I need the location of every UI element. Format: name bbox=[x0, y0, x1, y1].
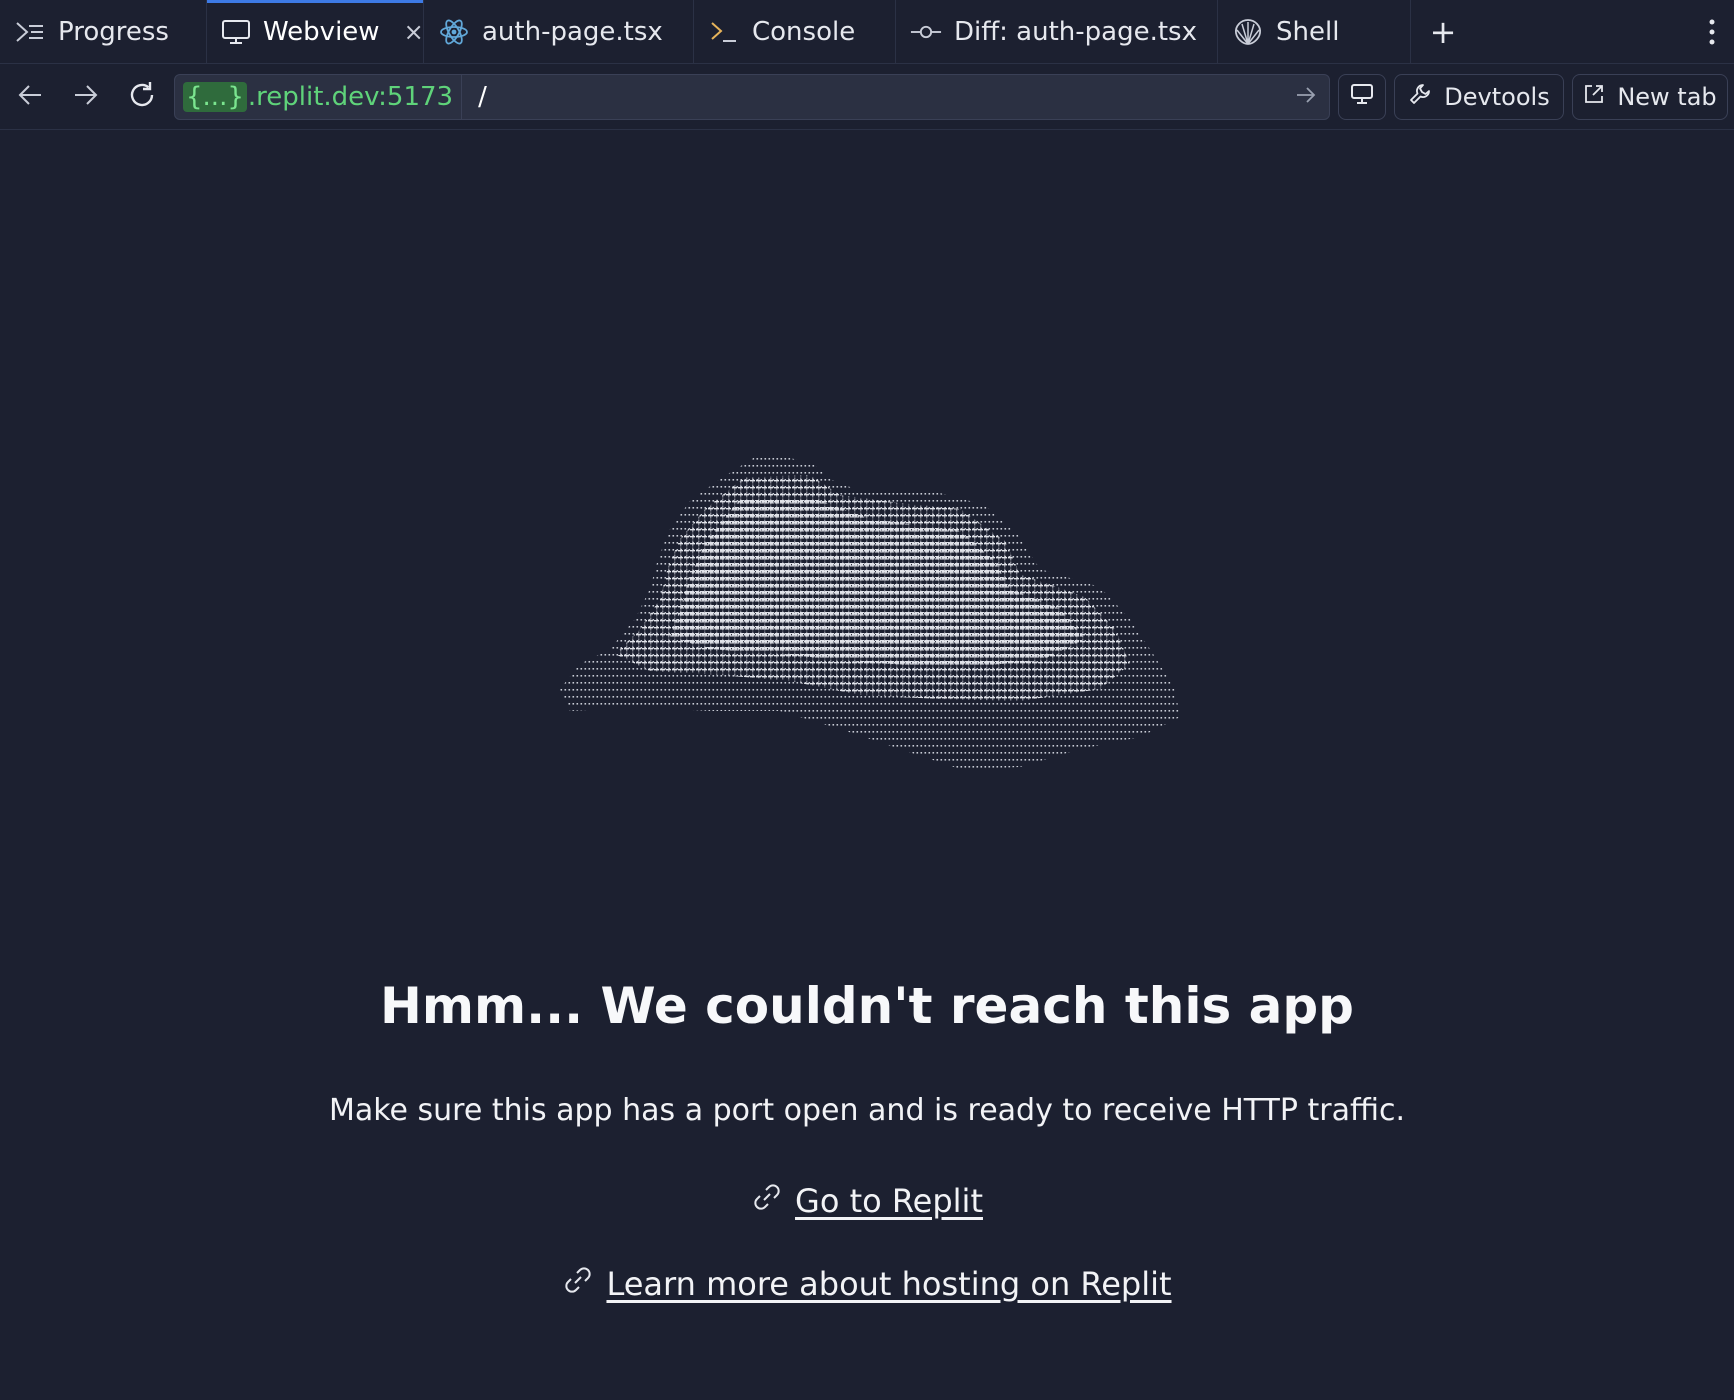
tab-webview[interactable]: Webview × bbox=[207, 0, 424, 63]
back-button[interactable] bbox=[10, 78, 50, 116]
tab-label: Shell bbox=[1276, 16, 1340, 47]
monitor-icon bbox=[1350, 83, 1374, 111]
git-commit-icon bbox=[910, 16, 942, 48]
url-host-prefix: {...} bbox=[183, 82, 247, 112]
tab-shell[interactable]: Shell bbox=[1218, 0, 1411, 63]
tab-progress[interactable]: Progress bbox=[0, 0, 207, 63]
arrow-right-icon bbox=[1296, 86, 1316, 108]
more-options-icon[interactable] bbox=[1690, 0, 1734, 63]
error-message: Make sure this app has a port open and i… bbox=[328, 1093, 1406, 1128]
go-to-replit-link-row: Go to Replit bbox=[0, 1181, 1734, 1221]
new-tab-button[interactable]: New tab bbox=[1572, 74, 1728, 120]
url-path-input[interactable] bbox=[462, 75, 1283, 119]
reload-button[interactable] bbox=[122, 78, 162, 116]
webview-toolbar: {...} .replit.dev:5173 Devtools New tab bbox=[0, 64, 1734, 130]
error-heading: Hmm... We couldn't reach this app bbox=[380, 977, 1354, 1035]
devtools-button[interactable]: Devtools bbox=[1394, 74, 1564, 120]
url-bar[interactable]: {...} .replit.dev:5173 bbox=[174, 74, 1330, 120]
tab-label: Webview bbox=[263, 16, 380, 47]
tab-console[interactable]: Console bbox=[694, 0, 896, 63]
ascii-cloud-illustration bbox=[560, 455, 1180, 769]
new-tab-label: New tab bbox=[1617, 83, 1717, 111]
close-icon[interactable]: × bbox=[404, 18, 424, 46]
url-host[interactable]: {...} .replit.dev:5173 bbox=[175, 75, 463, 119]
device-preview-button[interactable] bbox=[1338, 74, 1386, 120]
devtools-label: Devtools bbox=[1444, 83, 1550, 111]
progress-icon bbox=[14, 16, 46, 48]
monitor-icon bbox=[221, 16, 251, 48]
shell-icon bbox=[1232, 16, 1264, 48]
wrench-icon bbox=[1408, 82, 1432, 112]
link-icon bbox=[562, 1264, 594, 1304]
link-icon bbox=[751, 1181, 783, 1221]
learn-more-hosting-link[interactable]: Learn more about hosting on Replit bbox=[606, 1265, 1171, 1303]
tab-label: Progress bbox=[58, 16, 169, 47]
tab-auth-page[interactable]: auth-page.tsx bbox=[424, 0, 694, 63]
go-button[interactable] bbox=[1283, 75, 1329, 119]
add-tab-button[interactable]: + bbox=[1411, 0, 1475, 63]
tab-bar-spacer bbox=[1475, 0, 1690, 63]
arrow-right-icon bbox=[73, 84, 99, 110]
tab-bar: Progress Webview × auth-page.tsx Console… bbox=[0, 0, 1734, 64]
error-page: Hmm... We couldn't reach this app Make s… bbox=[0, 131, 1734, 1400]
tab-label: Console bbox=[752, 16, 856, 47]
learn-more-link-row: Learn more about hosting on Replit bbox=[0, 1264, 1734, 1304]
react-icon bbox=[438, 16, 470, 48]
go-to-replit-link[interactable]: Go to Replit bbox=[795, 1182, 983, 1220]
tab-label: Diff: auth-page.tsx bbox=[954, 16, 1197, 47]
forward-button[interactable] bbox=[66, 78, 106, 116]
url-host-suffix: .replit.dev:5173 bbox=[247, 82, 454, 112]
tab-diff[interactable]: Diff: auth-page.tsx bbox=[896, 0, 1218, 63]
tab-label: auth-page.tsx bbox=[482, 16, 663, 47]
external-link-icon bbox=[1583, 83, 1605, 111]
terminal-icon bbox=[708, 16, 740, 48]
refresh-icon bbox=[127, 80, 157, 114]
arrow-left-icon bbox=[17, 84, 43, 110]
